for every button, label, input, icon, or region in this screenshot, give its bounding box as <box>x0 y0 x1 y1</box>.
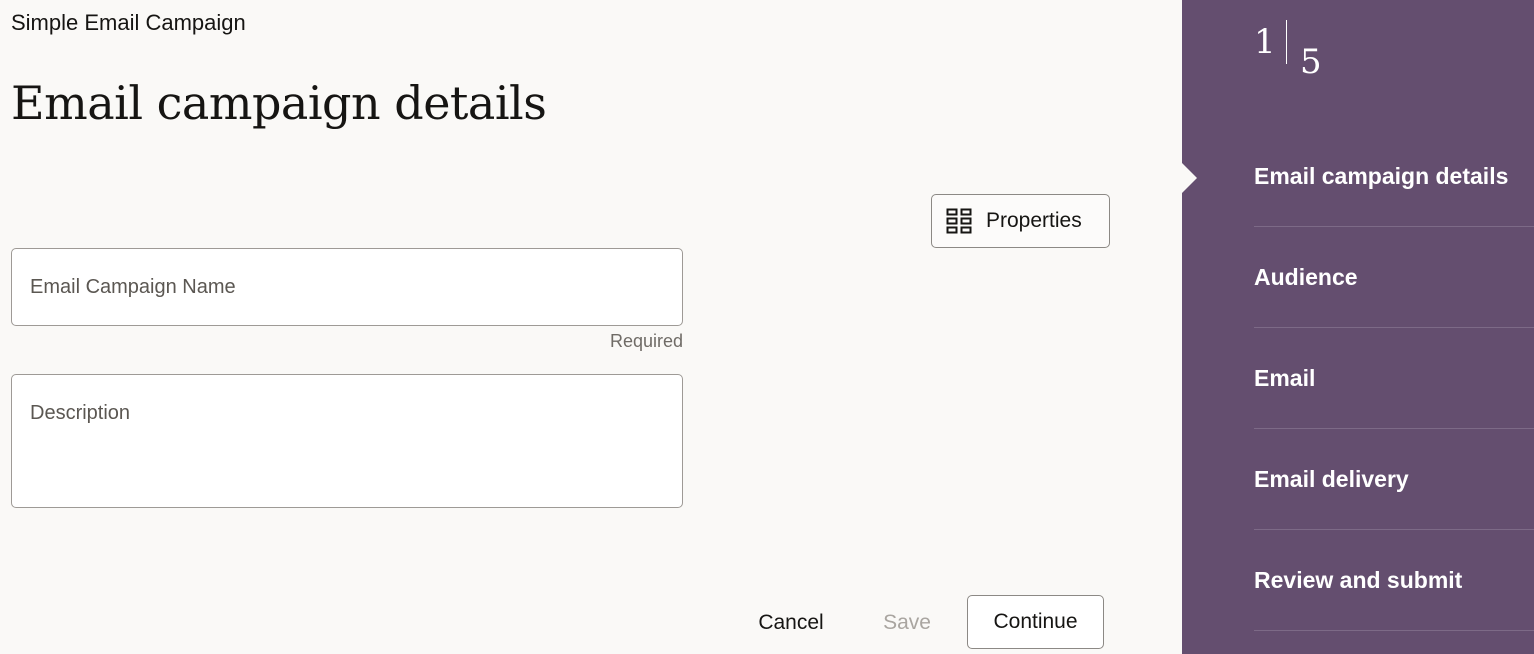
main-panel: Simple Email Campaign Email campaign det… <box>0 0 1182 654</box>
step-list: Email campaign details Audience Email Em… <box>1254 126 1534 631</box>
cancel-button[interactable]: Cancel <box>736 597 846 649</box>
step-counter: 1 5 <box>1254 18 1374 82</box>
current-step-number: 1 <box>1254 22 1276 62</box>
email-campaign-name-input[interactable]: Email Campaign Name <box>11 248 683 326</box>
save-button[interactable]: Save <box>862 597 952 649</box>
step-email[interactable]: Email <box>1254 328 1534 429</box>
current-step-pointer-icon <box>1182 163 1197 193</box>
step-audience[interactable]: Audience <box>1254 227 1534 328</box>
page-title: Email campaign details <box>11 76 547 130</box>
step-review-and-submit[interactable]: Review and submit <box>1254 530 1534 631</box>
continue-button[interactable]: Continue <box>967 595 1104 649</box>
description-placeholder: Description <box>30 402 131 424</box>
properties-button[interactable]: Properties <box>931 194 1110 248</box>
step-email-campaign-details[interactable]: Email campaign details <box>1254 126 1534 227</box>
step-counter-divider <box>1286 20 1287 64</box>
app-title: Simple Email Campaign <box>11 10 246 35</box>
grid-icon <box>946 208 972 234</box>
email-campaign-name-placeholder: Email Campaign Name <box>30 276 236 298</box>
description-textarea[interactable]: Description <box>11 374 683 508</box>
required-helper-text: Required <box>609 331 683 351</box>
step-email-delivery[interactable]: Email delivery <box>1254 429 1534 530</box>
step-train-panel: 1 5 Email campaign details Audience Emai… <box>1182 0 1534 654</box>
properties-button-label: Properties <box>986 209 1082 232</box>
total-steps-number: 5 <box>1300 42 1322 82</box>
